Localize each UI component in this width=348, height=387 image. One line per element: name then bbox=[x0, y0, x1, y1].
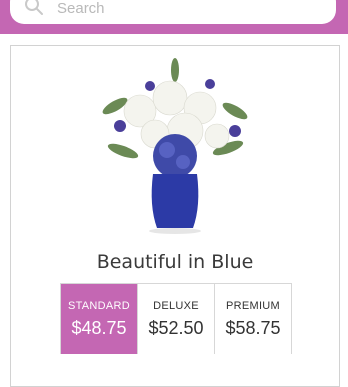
option-label: STANDARD bbox=[67, 300, 131, 312]
option-label: PREMIUM bbox=[225, 300, 281, 312]
option-price: $58.75 bbox=[225, 318, 281, 338]
option-label: DELUXE bbox=[153, 300, 199, 312]
top-bar: Search bbox=[0, 0, 348, 34]
product-card: Beautiful in Blue STANDARD $48.75 DELUXE… bbox=[10, 45, 340, 387]
option-deluxe[interactable]: DELUXE $52.50 bbox=[137, 284, 214, 354]
product-title: Beautiful in Blue bbox=[96, 251, 254, 273]
search-input[interactable]: Search bbox=[57, 0, 105, 17]
search-bar[interactable]: Search bbox=[10, 0, 336, 24]
option-premium[interactable]: PREMIUM $58.75 bbox=[214, 284, 291, 354]
option-price: $52.50 bbox=[148, 318, 204, 338]
option-standard[interactable]: STANDARD $48.75 bbox=[61, 284, 137, 354]
search-icon bbox=[25, 0, 43, 15]
option-price: $48.75 bbox=[71, 318, 127, 338]
size-options: STANDARD $48.75 DELUXE $52.50 PREMIUM $5… bbox=[60, 283, 292, 354]
product-image[interactable] bbox=[95, 56, 255, 236]
